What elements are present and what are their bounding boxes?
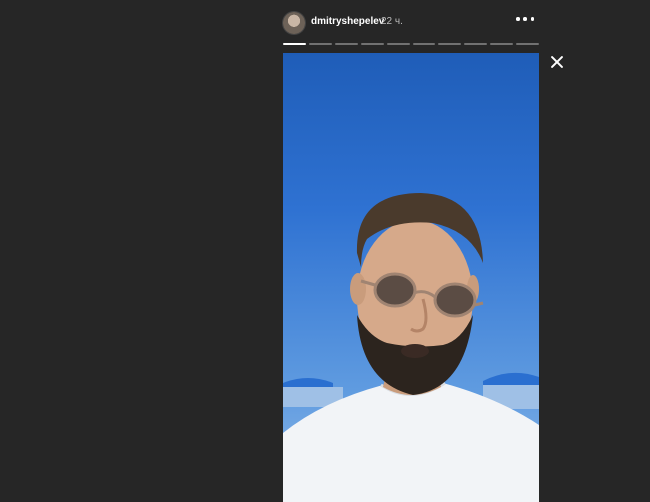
story-timestamp: 22 ч. (381, 16, 403, 27)
story-progress-bar (283, 43, 540, 45)
progress-segment (516, 43, 540, 45)
avatar[interactable] (283, 12, 305, 34)
progress-segment (334, 43, 358, 45)
story-photo (283, 193, 539, 502)
progress-segment (360, 43, 384, 45)
ear (350, 273, 366, 305)
sunglasses-lens (373, 272, 417, 308)
story-username[interactable]: dmitryshepelev (311, 16, 384, 27)
story-media[interactable] (283, 53, 539, 502)
progress-segment (490, 43, 514, 45)
close-icon[interactable] (549, 54, 565, 70)
sunglasses-lens (433, 282, 477, 318)
progress-segment (464, 43, 488, 45)
progress-segment (412, 43, 436, 45)
more-options-icon[interactable] (516, 13, 534, 25)
mouth (401, 344, 429, 358)
progress-segment (386, 43, 410, 45)
umbrella (283, 378, 333, 387)
umbrella (483, 372, 539, 385)
progress-segment (283, 43, 306, 45)
story-viewer: dmitryshepelev 22 ч. (283, 0, 540, 502)
progress-segment (308, 43, 332, 45)
progress-segment (438, 43, 462, 45)
